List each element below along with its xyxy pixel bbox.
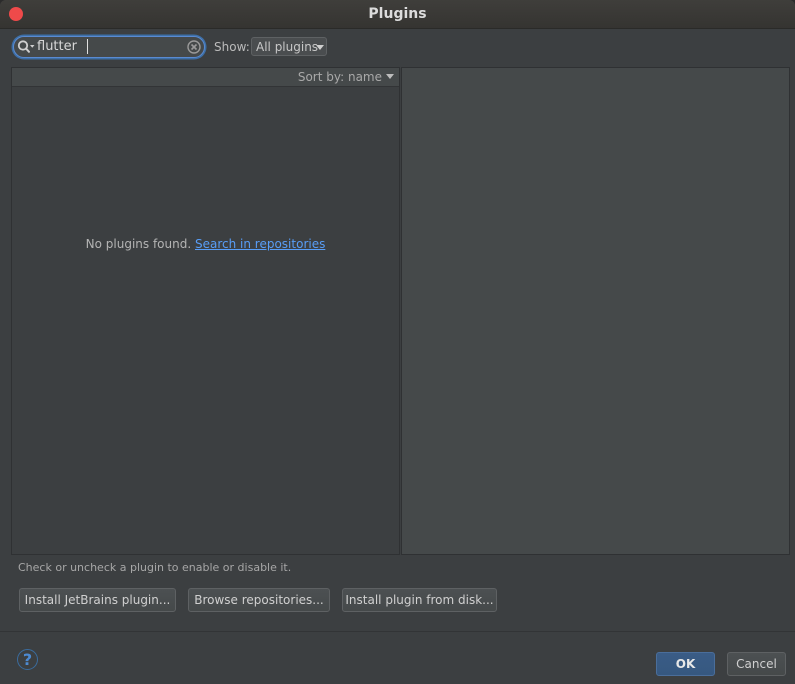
- search-in-repositories-link[interactable]: Search in repositories: [195, 237, 325, 251]
- empty-state: No plugins found. Search in repositories: [12, 237, 399, 251]
- browse-repositories-button[interactable]: Browse repositories...: [188, 588, 330, 612]
- title-bar[interactable]: Plugins: [0, 0, 795, 29]
- sort-by-dropdown[interactable]: Sort by: name: [298, 70, 382, 84]
- chevron-down-icon: [316, 45, 324, 50]
- ok-button[interactable]: OK: [656, 652, 715, 676]
- show-filter-dropdown[interactable]: All plugins: [251, 37, 327, 56]
- plugins-dialog: Plugins Show: All plugins Sort by: name: [0, 0, 795, 684]
- show-filter-value: All plugins: [256, 40, 319, 54]
- search-input[interactable]: [37, 38, 187, 56]
- search-field[interactable]: [13, 36, 205, 58]
- hint-text: Check or uncheck a plugin to enable or d…: [18, 561, 292, 574]
- cancel-button[interactable]: Cancel: [727, 652, 786, 676]
- install-jetbrains-plugin-button[interactable]: Install JetBrains plugin...: [19, 588, 176, 612]
- empty-state-message: No plugins found.: [85, 237, 192, 251]
- clear-icon[interactable]: [187, 40, 201, 54]
- show-filter-label: Show:: [214, 40, 250, 54]
- text-caret: [87, 39, 88, 54]
- search-icon[interactable]: [17, 39, 35, 55]
- help-icon[interactable]: ?: [16, 648, 39, 671]
- chevron-down-icon[interactable]: [386, 74, 394, 79]
- install-from-disk-button[interactable]: Install plugin from disk...: [342, 588, 497, 612]
- footer-divider: [0, 631, 795, 632]
- list-header: Sort by: name: [12, 68, 399, 87]
- plugin-list[interactable]: Sort by: name No plugins found. Search i…: [11, 67, 400, 555]
- window-title: Plugins: [368, 6, 427, 22]
- help-glyph: ?: [23, 650, 32, 669]
- plugin-details-panel: [401, 67, 790, 555]
